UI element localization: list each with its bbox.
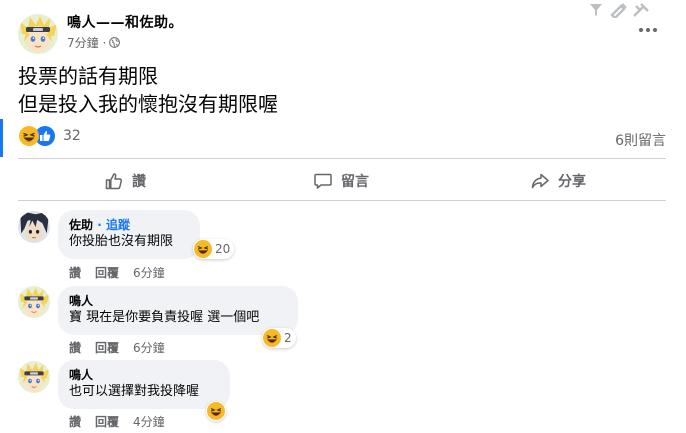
comment-reaction-count: 2 bbox=[284, 331, 292, 345]
comment-like-link[interactable]: 讚 bbox=[69, 413, 81, 430]
comment-bubble: 鳴人 寶 現在是你要負責投喔 選一個吧 bbox=[58, 286, 298, 335]
comment-like-link[interactable]: 讚 bbox=[69, 339, 81, 356]
comment-author-name[interactable]: 鳴人 bbox=[69, 367, 219, 383]
comment-reaction-badge[interactable] bbox=[206, 401, 226, 421]
comment-label: 留言 bbox=[341, 174, 369, 190]
haha-reaction-icon bbox=[263, 329, 281, 347]
post-body: 投票的話有期限 但是投入我的懷抱沒有期限喔 bbox=[18, 62, 278, 118]
comment-reply-link[interactable]: 回覆 bbox=[95, 339, 119, 356]
comment-bubble: 佐助 · 追蹤 你投胎也沒有期限 bbox=[58, 210, 200, 259]
comment-icon bbox=[314, 173, 332, 189]
comment-author-name[interactable]: 佐助 bbox=[69, 218, 93, 232]
post-author-avatar[interactable] bbox=[18, 14, 58, 54]
post-reactions[interactable]: 32 bbox=[19, 126, 81, 146]
comment-button[interactable]: 留言 bbox=[313, 166, 369, 196]
share-icon bbox=[531, 173, 549, 189]
comment-avatar[interactable] bbox=[18, 361, 50, 393]
comment-actions: 讚 回覆 4分鐘 bbox=[69, 413, 165, 430]
comment-reaction-badge[interactable]: 2 bbox=[262, 328, 296, 348]
post-line: 但是投入我的懷抱沒有期限喔 bbox=[18, 92, 278, 116]
comment-actions: 讚 回覆 6分鐘 bbox=[69, 264, 165, 281]
post-author-name[interactable]: 鳴人——和佐助。 bbox=[67, 12, 183, 32]
comment-reply-link[interactable]: 回覆 bbox=[95, 413, 119, 430]
haha-reaction-icon bbox=[194, 240, 212, 258]
thumb-up-icon bbox=[105, 173, 123, 190]
comment-avatar[interactable] bbox=[18, 286, 50, 318]
like-button[interactable]: 讚 bbox=[104, 166, 146, 196]
haha-reaction-icon bbox=[19, 126, 39, 146]
comment-actions: 讚 回覆 6分鐘 bbox=[69, 339, 165, 356]
reaction-count: 32 bbox=[63, 128, 81, 144]
post-meta: 7分鐘 · bbox=[67, 34, 121, 51]
like-label: 讚 bbox=[132, 174, 146, 190]
comment-reply-link[interactable]: 回覆 bbox=[95, 264, 119, 281]
comment-bubble: 鳴人 也可以選擇對我投降喔 bbox=[58, 360, 230, 409]
post-timestamp[interactable]: 7分鐘 · bbox=[67, 34, 106, 51]
comment-text: 你投胎也沒有期限 bbox=[69, 234, 174, 249]
divider bbox=[18, 200, 666, 201]
divider bbox=[18, 158, 666, 159]
comment-reaction-count: 20 bbox=[215, 242, 231, 256]
comment-time[interactable]: 6分鐘 bbox=[133, 339, 165, 356]
comment-author[interactable]: 佐助 · 追蹤 bbox=[69, 217, 189, 233]
post-line: 投票的話有期限 bbox=[18, 64, 158, 88]
globe-icon bbox=[109, 37, 121, 48]
comment-time[interactable]: 4分鐘 bbox=[133, 413, 165, 430]
focus-accent-bar bbox=[0, 119, 3, 157]
comment-count[interactable]: 6則留言 bbox=[615, 130, 666, 150]
comment-text: 寶 現在是你要負責投喔 選一個吧 bbox=[69, 310, 260, 325]
comment-avatar[interactable] bbox=[18, 211, 50, 243]
more-icon[interactable] bbox=[638, 22, 658, 38]
post-tool-icons bbox=[590, 3, 649, 18]
comment-reaction-badge[interactable]: 20 bbox=[193, 239, 235, 259]
comment-author-name[interactable]: 鳴人 bbox=[69, 293, 287, 309]
share-button[interactable]: 分享 bbox=[530, 166, 586, 196]
comment-text: 也可以選擇對我投降喔 bbox=[69, 384, 200, 399]
comment-like-link[interactable]: 讚 bbox=[69, 264, 81, 281]
comment-time[interactable]: 6分鐘 bbox=[133, 264, 165, 281]
share-label: 分享 bbox=[558, 174, 586, 190]
follow-link[interactable]: · 追蹤 bbox=[97, 218, 130, 232]
haha-reaction-icon bbox=[207, 402, 225, 420]
